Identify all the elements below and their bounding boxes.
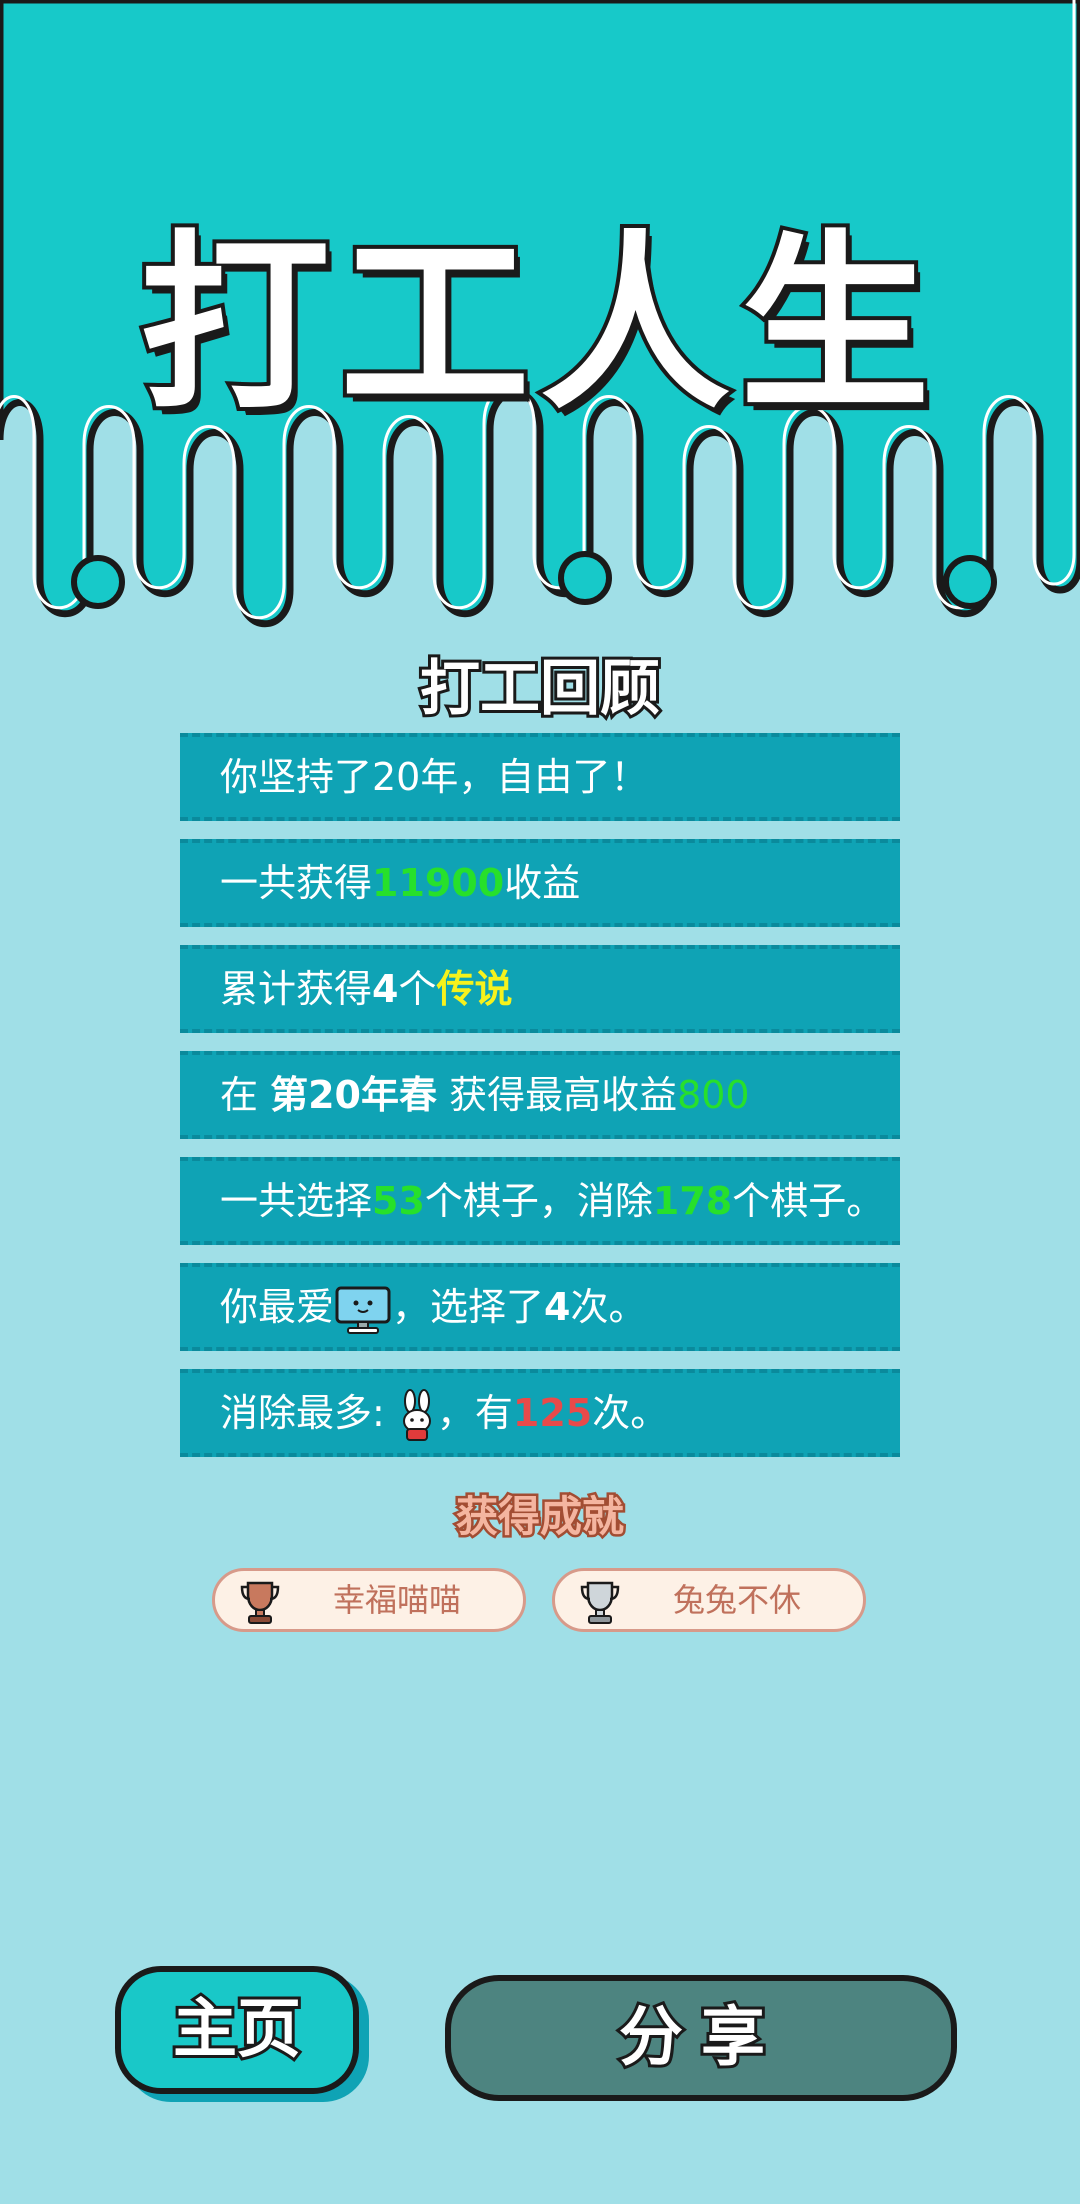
best-income-value: 800: [677, 1073, 750, 1117]
stat-row-best-season: 在 第20年春 获得最高收益800: [180, 1051, 900, 1139]
game-title: 打工人生: [136, 210, 940, 439]
total-income-value: 11900: [372, 861, 505, 905]
silver-trophy-icon: [580, 1581, 620, 1624]
achievement-label: 兔兔不休: [672, 1581, 801, 1619]
bronze-trophy-icon: [240, 1581, 280, 1624]
drip-droplet: [71, 555, 125, 609]
bunny-icon: [402, 1388, 431, 1441]
stat-row-legends: 累计获得4个传说: [180, 945, 900, 1033]
favorite-count-value: 4: [544, 1285, 571, 1329]
best-season-value: 第20年春: [270, 1073, 437, 1117]
drip-droplet: [943, 555, 997, 609]
home-button[interactable]: 主页: [115, 1966, 359, 2094]
review-stats-list: 你坚持了20年，自由了！ 一共获得11900收益 累计获得4个传说 在 第20年…: [180, 733, 900, 1475]
eliminated-count-value: 178: [652, 1179, 733, 1223]
selected-count-value: 53: [372, 1179, 425, 1223]
stat-row-pieces: 一共选择53个棋子，消除178个棋子。: [180, 1157, 900, 1245]
achievement-badge-happy-cat[interactable]: 幸福喵喵: [212, 1568, 526, 1632]
achievement-label: 幸福喵喵: [332, 1581, 461, 1619]
stat-row-favorite: 你最爱 ，选择了4次。: [180, 1263, 900, 1351]
achievements-title: 获得成就: [453, 1490, 626, 1544]
review-title: 打工回顾: [417, 651, 663, 727]
stat-row-income: 一共获得11900收益: [180, 839, 900, 927]
eliminated-most-count-value: 125: [512, 1391, 593, 1435]
achievement-badge-tireless-bunny[interactable]: 兔兔不休: [552, 1568, 866, 1632]
stat-row-most-eliminated: 消除最多: ，有125次。: [180, 1369, 900, 1457]
computer-monitor-icon: [335, 1286, 391, 1334]
legend-count-value: 4: [372, 967, 399, 1011]
legend-label: 传说: [436, 967, 513, 1011]
drip-droplet: [558, 551, 612, 605]
stat-row-years: 你坚持了20年，自由了！: [180, 733, 900, 821]
share-button[interactable]: 分享: [445, 1975, 957, 2101]
